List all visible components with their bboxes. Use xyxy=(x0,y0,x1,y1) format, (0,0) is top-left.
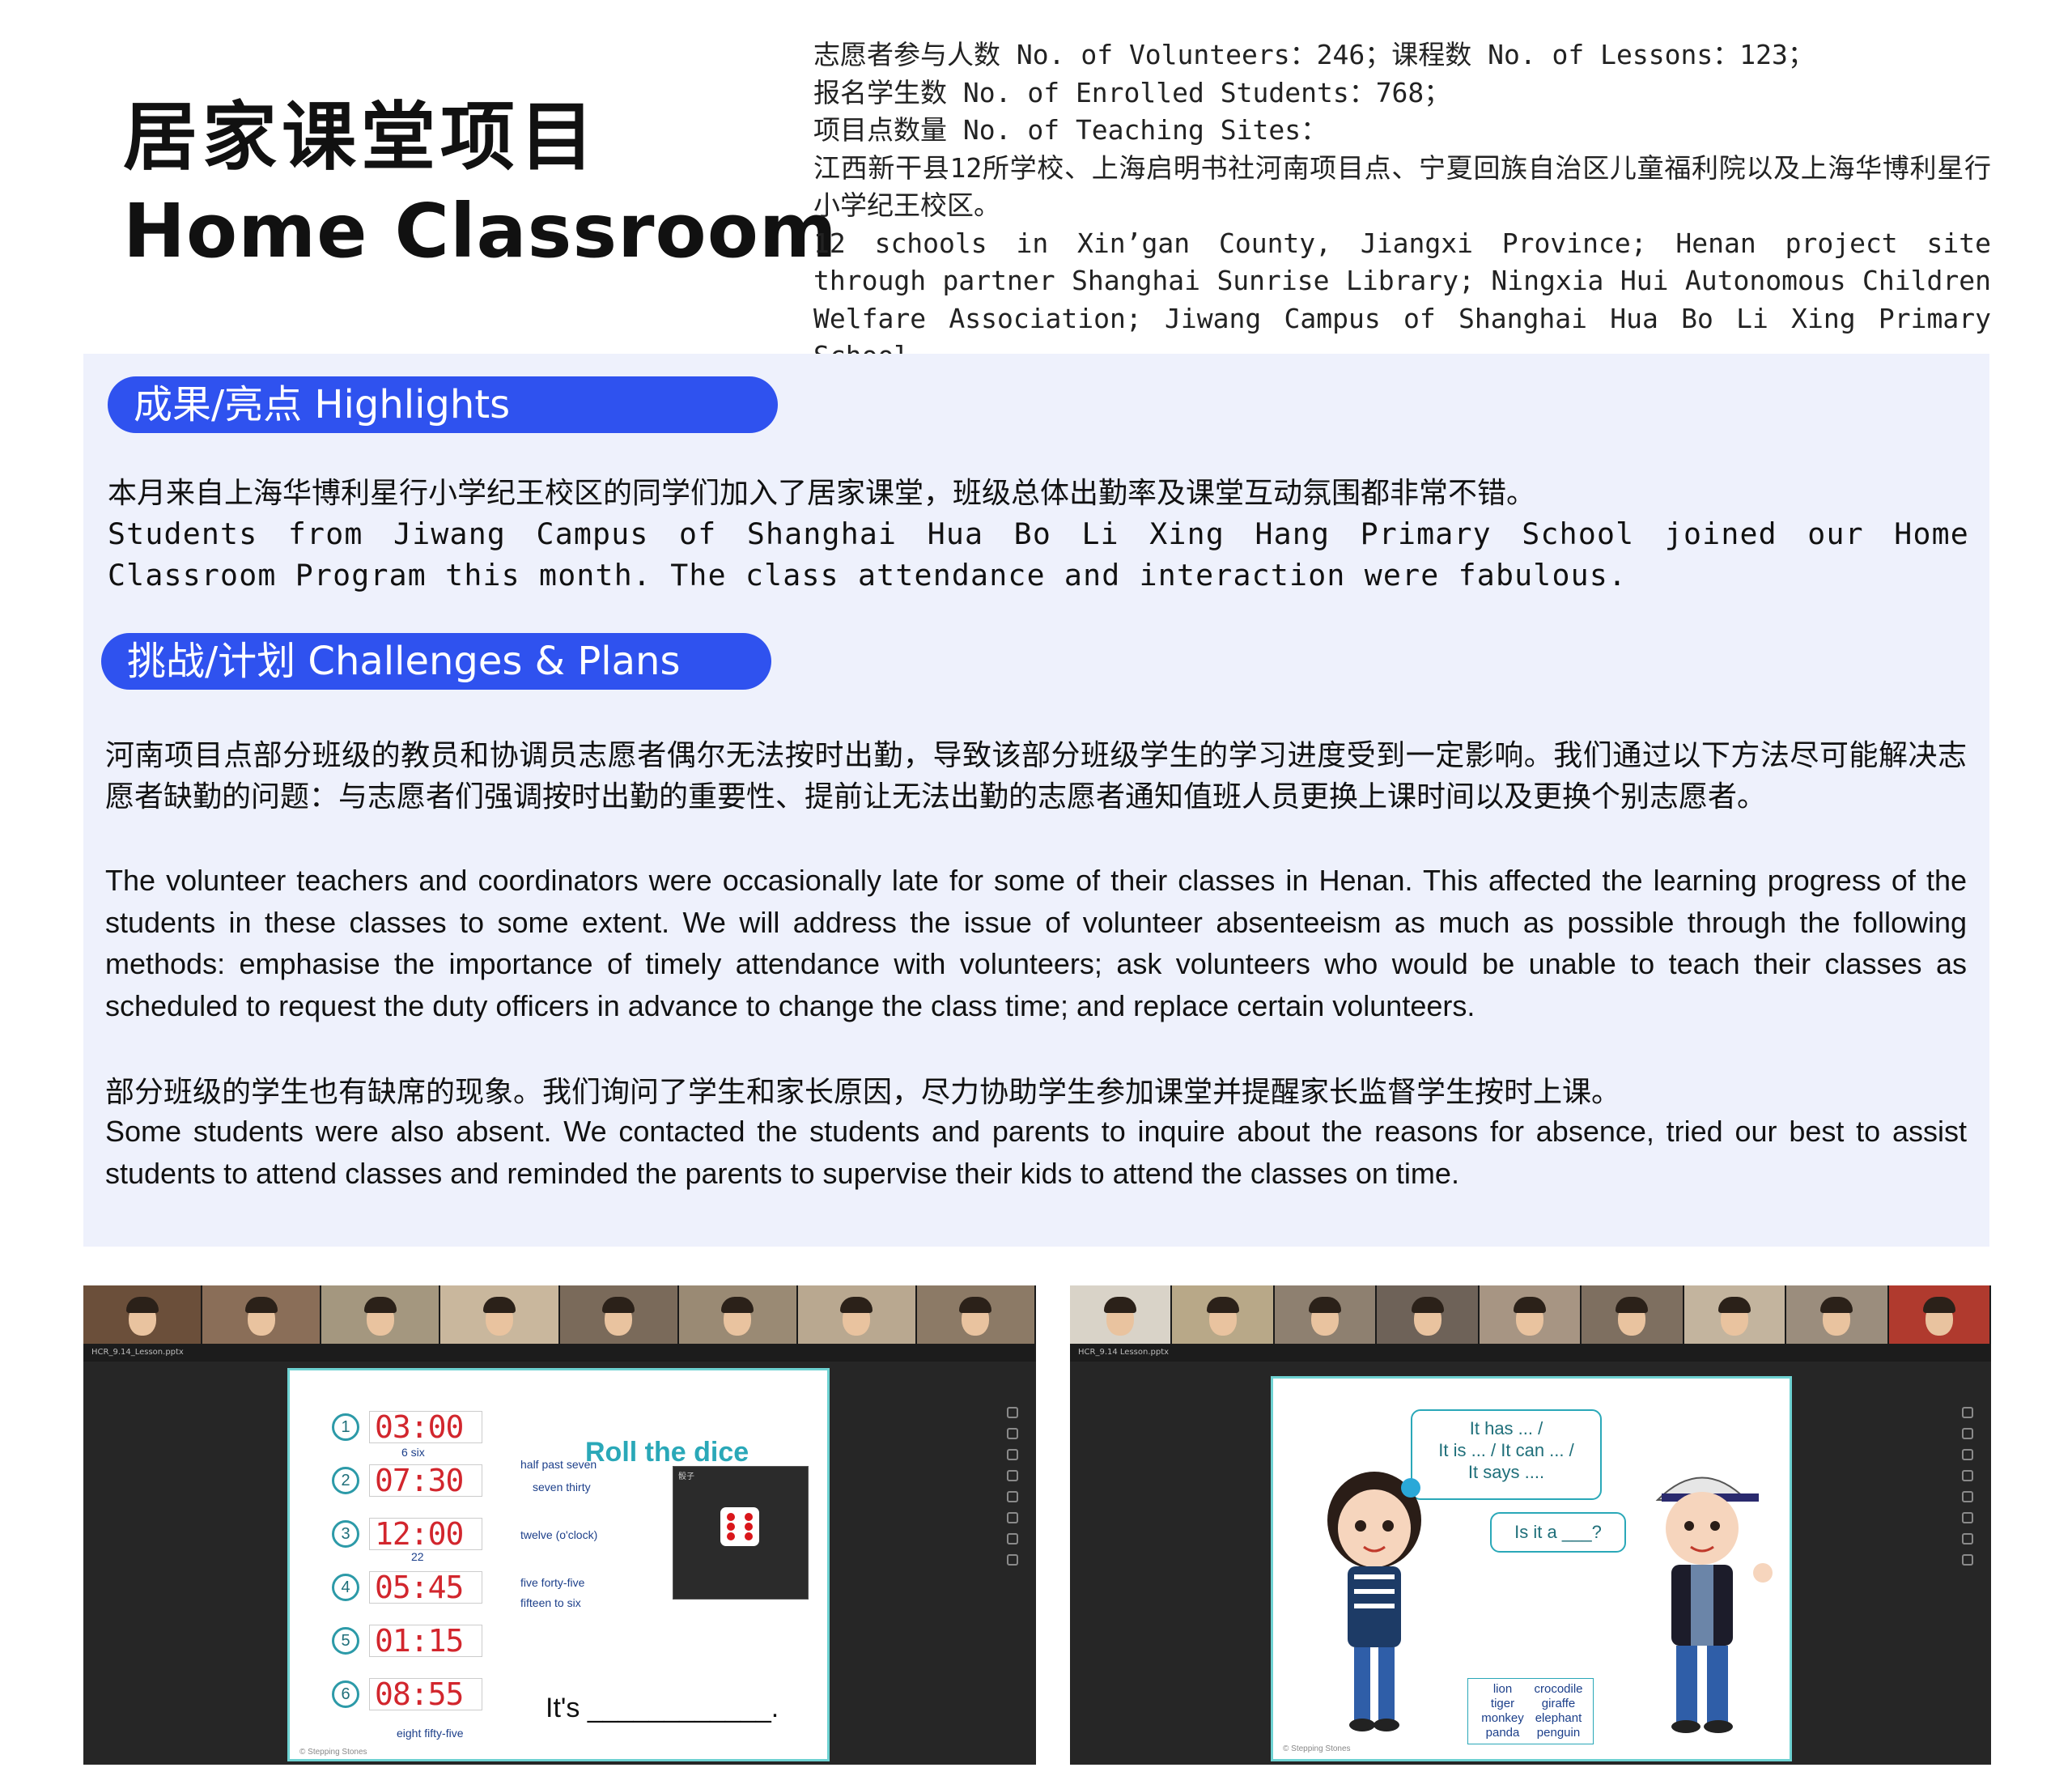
girl-cartoon-icon xyxy=(1327,1472,1421,1731)
dice-six-icon xyxy=(720,1507,759,1546)
handwritten-note: seven thirty xyxy=(533,1481,591,1493)
stats-sites-en: 12 schools in Xin’gan County, Jiangxi Pr… xyxy=(813,227,1991,372)
stats-volunteers-lessons: 志愿者参与人数 No. of Volunteers：246；课程数 No. of… xyxy=(813,39,1815,70)
participant-video xyxy=(1479,1285,1582,1344)
participant-video xyxy=(83,1285,203,1344)
participant-video xyxy=(1070,1285,1173,1344)
stats-teaching-sites-label: 项目点数量 No. of Teaching Sites： xyxy=(813,114,1328,146)
answer-sentence: It's ____________. xyxy=(546,1693,779,1723)
video-thumbnails xyxy=(83,1285,1036,1344)
highlights-heading: 成果/亮点 Highlights xyxy=(108,376,778,433)
row-number: 4 xyxy=(332,1574,359,1601)
word-item: tiger xyxy=(1490,1697,1515,1710)
participant-video xyxy=(678,1285,798,1344)
row-number: 1 xyxy=(332,1413,359,1441)
word-item: crocodile xyxy=(1534,1682,1583,1696)
challenges-heading: 挑战/计划 Challenges & Plans xyxy=(101,633,771,690)
dice-widget[interactable]: 骰子 xyxy=(673,1466,809,1600)
boy-cartoon-icon xyxy=(1655,1476,1773,1733)
time-row: 6 08:55 xyxy=(332,1676,482,1712)
window-titlebar: HCR_9.14_Lesson.pptx xyxy=(83,1344,1036,1362)
dice-widget-title: 骰子 xyxy=(678,1472,694,1481)
stepping-stones-logo: © Stepping Stones xyxy=(299,1748,367,1757)
stats-sites-zh: 江西新干县12所学校、上海启明书社河南项目点、宁夏回族自治区儿童福利院以及上海华… xyxy=(813,151,1991,222)
time-row: 4 05:45 xyxy=(332,1570,482,1605)
page-title-en: Home Classroom xyxy=(123,188,838,274)
video-thumbnails xyxy=(1070,1285,1991,1344)
participant-video xyxy=(1274,1285,1378,1344)
participant-video xyxy=(559,1285,679,1344)
digital-clock: 05:45 xyxy=(369,1571,482,1604)
animal-word-list: lion crocodile tiger giraffe monkey elep… xyxy=(1467,1678,1594,1744)
time-row: 3 12:00 xyxy=(332,1516,482,1552)
bubble-line: It has ... / xyxy=(1469,1418,1543,1438)
handwritten-note: half past seven xyxy=(520,1458,597,1471)
time-row: 5 01:15 xyxy=(332,1623,482,1659)
roll-the-dice-title: Roll the dice xyxy=(585,1437,749,1468)
window-titlebar: HCR_9.14 Lesson.pptx xyxy=(1070,1344,1991,1362)
digital-clock: 07:30 xyxy=(369,1464,482,1497)
participant-video xyxy=(1172,1285,1275,1344)
digital-clock: 01:15 xyxy=(369,1625,482,1657)
participant-video xyxy=(202,1285,322,1344)
lesson-screenshot-clock: HCR_9.14_Lesson.pptx Roll the dice 1 03:… xyxy=(83,1285,1036,1765)
challenges-p2-zh: 部分班级的学生也有缺席的现象。我们询问了学生和家长原因，尽力协助学生参加课堂并提… xyxy=(105,1076,1621,1109)
time-row: 2 07:30 xyxy=(332,1463,482,1498)
handwritten-note: twelve (o'clock) xyxy=(520,1528,598,1541)
row-number: 3 xyxy=(332,1520,359,1548)
annotation-toolbar xyxy=(1962,1407,1980,1566)
participant-video xyxy=(916,1285,1036,1344)
stats-block: 志愿者参与人数 No. of Volunteers：246；课程数 No. of… xyxy=(813,36,1991,376)
annotation-toolbar xyxy=(1007,1407,1025,1566)
word-item: lion xyxy=(1492,1682,1513,1696)
digital-clock: 08:55 xyxy=(369,1678,482,1710)
slide-clock-times: Roll the dice 1 03:00 2 07:30 3 12:00 4 … xyxy=(287,1368,830,1761)
challenges-p1-en: The volunteer teachers and coordinators … xyxy=(105,864,1967,1022)
handwritten-note: fifteen to six xyxy=(520,1596,581,1609)
word-item: monkey xyxy=(1481,1711,1524,1725)
word-item: penguin xyxy=(1536,1726,1581,1740)
participant-video xyxy=(1888,1285,1991,1344)
lesson-screenshot-animals: HCR_9.14 Lesson.pptx It has ... / It is … xyxy=(1070,1285,1991,1765)
word-item: giraffe xyxy=(1541,1697,1576,1710)
stepping-stones-logo: © Stepping Stones xyxy=(1283,1744,1351,1753)
page-title-zh: 居家课堂项目 xyxy=(123,94,600,181)
highlights-text-en: Students from Jiwang Campus of Shanghai … xyxy=(108,516,1969,593)
digital-clock: 03:00 xyxy=(369,1411,482,1443)
challenges-p2-en: Some students were also absent. We conta… xyxy=(105,1115,1967,1190)
time-row: 1 03:00 xyxy=(332,1409,482,1445)
participant-video xyxy=(797,1285,917,1344)
row-number: 2 xyxy=(332,1467,359,1494)
bubble-line: It is ... / It can ... / xyxy=(1438,1440,1574,1460)
stats-enrolled-students: 报名学生数 No. of Enrolled Students：768； xyxy=(813,76,1451,108)
digital-clock: 12:00 xyxy=(369,1518,482,1550)
participant-video xyxy=(1786,1285,1889,1344)
participant-video xyxy=(440,1285,560,1344)
word-item: elephant xyxy=(1535,1711,1582,1725)
handwritten-note: 22 xyxy=(411,1550,424,1563)
speech-bubble-question: Is it a ___? xyxy=(1490,1512,1626,1553)
row-number: 5 xyxy=(332,1627,359,1655)
handwritten-note: eight fifty-five xyxy=(397,1727,464,1740)
word-item: panda xyxy=(1485,1726,1520,1740)
handwritten-note: five forty-five xyxy=(520,1576,585,1589)
row-number: 6 xyxy=(332,1680,359,1708)
challenges-p1-zh: 河南项目点部分班级的教员和协调员志愿者偶尔无法按时出勤，导致该部分班级学生的学习… xyxy=(105,739,1967,814)
participant-video xyxy=(1582,1285,1684,1344)
highlights-text-zh: 本月来自上海华博利星行小学纪王校区的同学们加入了居家课堂，班级总体出勤率及课堂互… xyxy=(108,477,1536,510)
participant-video xyxy=(321,1285,441,1344)
slide-animal-guessing: It has ... / It is ... / It can ... / It… xyxy=(1271,1376,1792,1761)
handwritten-note: 6 six xyxy=(401,1446,425,1459)
participant-video xyxy=(1377,1285,1480,1344)
participant-video xyxy=(1684,1285,1787,1344)
